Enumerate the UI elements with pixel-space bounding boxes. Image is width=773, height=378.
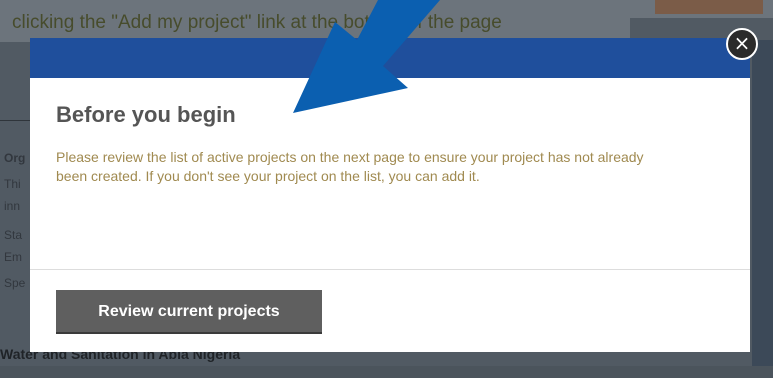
close-icon[interactable]: ×	[726, 28, 758, 60]
annotation-arrow-icon	[293, 0, 440, 113]
